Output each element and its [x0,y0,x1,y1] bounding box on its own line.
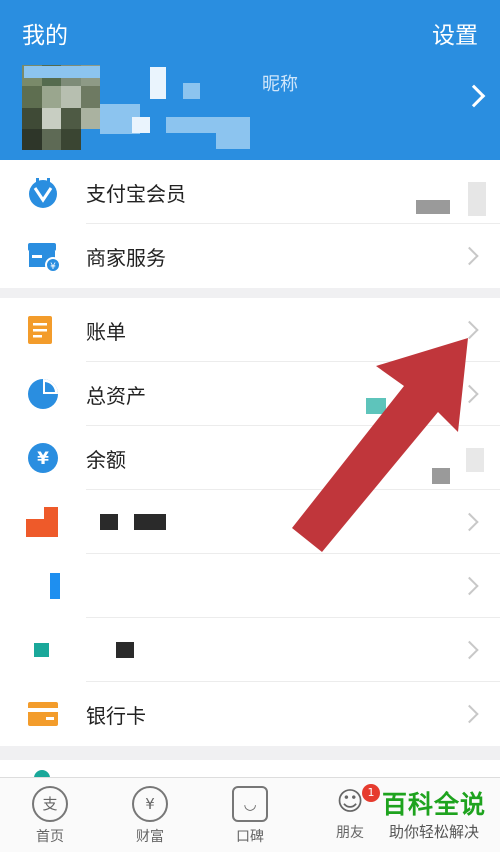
tab-home[interactable]: 支 首页 [0,786,100,846]
wealth-icon: ¥ [132,786,168,822]
tab-bar: 支 首页 ¥ 财富 ◡ 口碑 ☺ 1 朋友 百科全说 助你轻松解决 [0,777,500,852]
tab-label: 财富 [136,829,164,845]
watermark-title: 百科全说 [381,790,486,819]
tab-koubei[interactable]: ◡ 口碑 [200,786,300,846]
tab-label: 首页 [36,829,64,845]
home-icon: 支 [32,786,68,822]
tab-wealth[interactable]: ¥ 财富 [100,786,200,846]
tab-label: 口碑 [236,829,264,845]
watermark-subtitle: 助你轻松解决 [388,823,479,841]
watermark: 百科全说 助你轻松解决 [382,785,486,842]
annotation-arrow [292,338,468,552]
koubei-icon: ◡ [232,786,268,822]
notification-badge: 1 [362,784,380,802]
